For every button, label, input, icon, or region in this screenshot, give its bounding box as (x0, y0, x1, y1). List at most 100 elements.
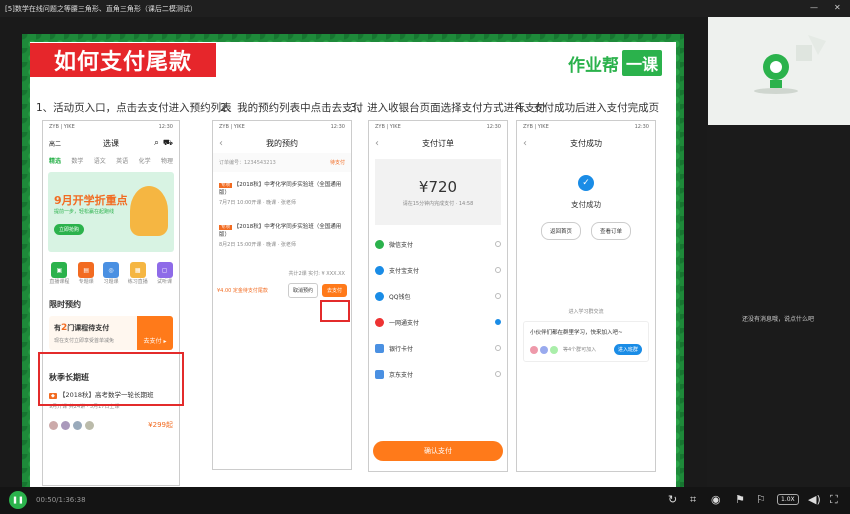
search-icon[interactable]: ⌕ (154, 138, 159, 148)
go-pay-button[interactable]: 去支付 ▸ (137, 316, 173, 350)
deposit-text: ¥4.00 定金待支付尾款 (217, 288, 268, 294)
nav-title: 支付订单 (422, 138, 454, 148)
brand-logo: 作业帮 一课 (568, 50, 662, 76)
qq-icon (375, 291, 384, 301)
payment-option-alipay[interactable]: 支付宝支付 (369, 257, 507, 283)
view-order-button[interactable]: 查看订单 (591, 222, 632, 240)
category-icons: ▣ 直播课程 ▤ 专题课 ◎ 习题课 ▦ 练习直播 ▢ 试听课 (43, 256, 179, 285)
cancel-reservation-button[interactable]: 取消预约 (287, 283, 318, 298)
alipay-icon (375, 265, 384, 275)
payment-option-jd[interactable]: 京东支付 (369, 361, 507, 387)
tab[interactable]: 英语 (116, 156, 128, 165)
member-avatar (550, 345, 558, 354)
slide-frame: 如何支付尾款 作业帮 一课 1、活动页入口，点击去支付进入预约列表 2、我的预约… (22, 34, 684, 500)
success-actions: 返回首页 查看订单 (517, 222, 655, 240)
pay-button[interactable]: 去支付 (321, 284, 347, 297)
banner-button[interactable]: 立即抢购 (54, 224, 85, 235)
group-title: 小伙伴们都在群里学习，快来加入吧~ (530, 330, 623, 336)
category-item[interactable]: ▣ 直播课程 (49, 262, 69, 285)
time-display: 00:50/1:36:38 (36, 496, 86, 504)
promo-banner[interactable]: 9月开学折重点 提前一步，轻松赢在起跑线 立即抢购 (48, 172, 174, 252)
radio-icon (495, 241, 501, 247)
tab[interactable]: 物理 (161, 156, 173, 165)
pause-button[interactable]: ❚❚ (9, 491, 27, 509)
pending-subtext: 现在支付立即享受首单减免 (54, 338, 115, 344)
payment-option-qq[interactable]: QQ钱包 (369, 283, 507, 309)
status-bar: ZYB | YIKE 12:30 (219, 124, 345, 130)
category-item[interactable]: ◎ 习题课 (102, 262, 119, 285)
camera-placeholder-icon (754, 35, 826, 94)
fullscreen-icon[interactable]: ⛶ (830, 493, 838, 507)
close-button[interactable]: ✕ (834, 3, 841, 12)
cartoon-kids-illustration (130, 186, 168, 236)
join-group-button[interactable]: 进入班群 (613, 344, 642, 355)
bookmark-list-icon[interactable]: ⚐ (756, 493, 766, 506)
window-title: [5]数学在线问题之等腰三角形、直角三角形（课后二模测试） (5, 4, 197, 13)
back-home-button[interactable]: 返回首页 (540, 222, 581, 240)
back-icon[interactable]: ‹ (219, 138, 223, 149)
teacher-avatar (73, 420, 82, 430)
step-4-label: 4、支付成功后进入支付完成页 (516, 102, 660, 114)
member-avatar (540, 345, 548, 354)
tab[interactable]: 化学 (139, 156, 151, 165)
speed-selector[interactable]: 1.0X (777, 494, 799, 505)
back-icon[interactable]: ‹ (375, 138, 379, 149)
tab[interactable]: 语文 (94, 156, 106, 165)
slide-heading: 如何支付尾款 (30, 43, 216, 77)
phone-checkout: ZYB | YIKE 12:30 ‹ 支付订单 ¥720 请在15分钟内完成支付 ·… (368, 120, 508, 472)
member-avatar (530, 345, 538, 354)
payment-option-bank[interactable]: 银行卡付 (369, 335, 507, 361)
category-item[interactable]: ▢ 试听课 (156, 262, 173, 285)
cart-icon[interactable]: ⛟ (163, 138, 173, 148)
grade-selector[interactable]: 高二 (49, 139, 61, 148)
bank-card-icon (375, 343, 384, 353)
reservation-item[interactable]: 专项 【2018秋】中考化学同步实验班（全国通用版） 7月7日 10:00开课 … (213, 172, 351, 214)
back-icon[interactable]: ‹ (523, 138, 527, 149)
exercise-course-icon: ◎ (102, 262, 119, 278)
status-bar: ZYB | YIKE 12:30 (523, 124, 649, 130)
category-item[interactable]: ▦ 练习直播 (128, 262, 148, 285)
slide-content: 如何支付尾款 作业帮 一课 1、活动页入口，点击去支付进入预约列表 2、我的预约… (30, 42, 676, 492)
highlight-box (38, 352, 184, 406)
group-count: 等4个群可加入 (563, 347, 597, 353)
pending-payment-card[interactable]: 有2门课程待支付 现在支付立即享受首单减免 去支付 ▸ (49, 316, 173, 350)
total-text: 共计2课 实付: ¥ XXX.XX (288, 271, 345, 277)
section-title: 限时预约 (49, 300, 81, 309)
tab-selected[interactable]: 精选 (49, 156, 61, 165)
order-header: 订单编号：1234543213 待支付 (213, 153, 351, 172)
trial-course-icon: ▢ (156, 262, 173, 278)
amount-subtitle: 请在15分钟内完成支付 · 14:58 (402, 200, 474, 207)
teacher-avatar (85, 420, 94, 430)
teacher-row: ¥299起 (43, 410, 179, 430)
nav-title: 我的预约 (266, 138, 298, 148)
tab[interactable]: 数学 (71, 156, 83, 165)
minimize-button[interactable]: — (810, 3, 818, 12)
course-price: ¥299起 (148, 421, 173, 429)
crop-icon[interactable]: ⌗ (690, 493, 696, 507)
radio-icon (495, 267, 501, 273)
live-course-icon: ▣ (51, 262, 68, 278)
refresh-icon[interactable]: ↻ (668, 493, 677, 506)
payment-option-wechat[interactable]: 微信支付 (369, 231, 507, 257)
jd-icon (375, 369, 384, 379)
wechat-icon (375, 239, 384, 249)
category-item[interactable]: ▤ 专题课 (78, 262, 95, 285)
reservation-item[interactable]: 专项 【2018秋】中考化学同步实验班（全国通用版） 8月2日 15:00开课 … (213, 214, 351, 256)
status-bar: ZYB | YIKE 12:30 (49, 124, 173, 130)
teacher-avatar (61, 420, 70, 430)
chat-empty-message: 还没有消息哦，说点什么吧 (742, 316, 815, 323)
status-bar: ZYB | YIKE 12:30 (375, 124, 501, 130)
confirm-pay-button[interactable]: 确认支付 (373, 441, 503, 461)
group-hint: 进入学习群交流 (568, 309, 604, 315)
teacher-avatar (49, 420, 58, 430)
eye-icon[interactable]: ◉ (711, 493, 721, 506)
volume-icon[interactable]: ◀) (808, 493, 821, 506)
brand-box: 一课 (621, 50, 662, 76)
nav-bar: ‹ 支付订单 (369, 133, 507, 153)
banner-title: 9月开学折重点 (54, 194, 128, 207)
step-1-label: 1、活动页入口，点击去支付进入预约列表 (36, 102, 232, 114)
pending-text: 有2门课程待支付 (54, 323, 110, 333)
nav-title: 选课 (103, 138, 119, 148)
bookmark-icon[interactable]: ⚑ (735, 493, 745, 506)
payment-option-cmb[interactable]: 一网通支付 (369, 309, 507, 335)
